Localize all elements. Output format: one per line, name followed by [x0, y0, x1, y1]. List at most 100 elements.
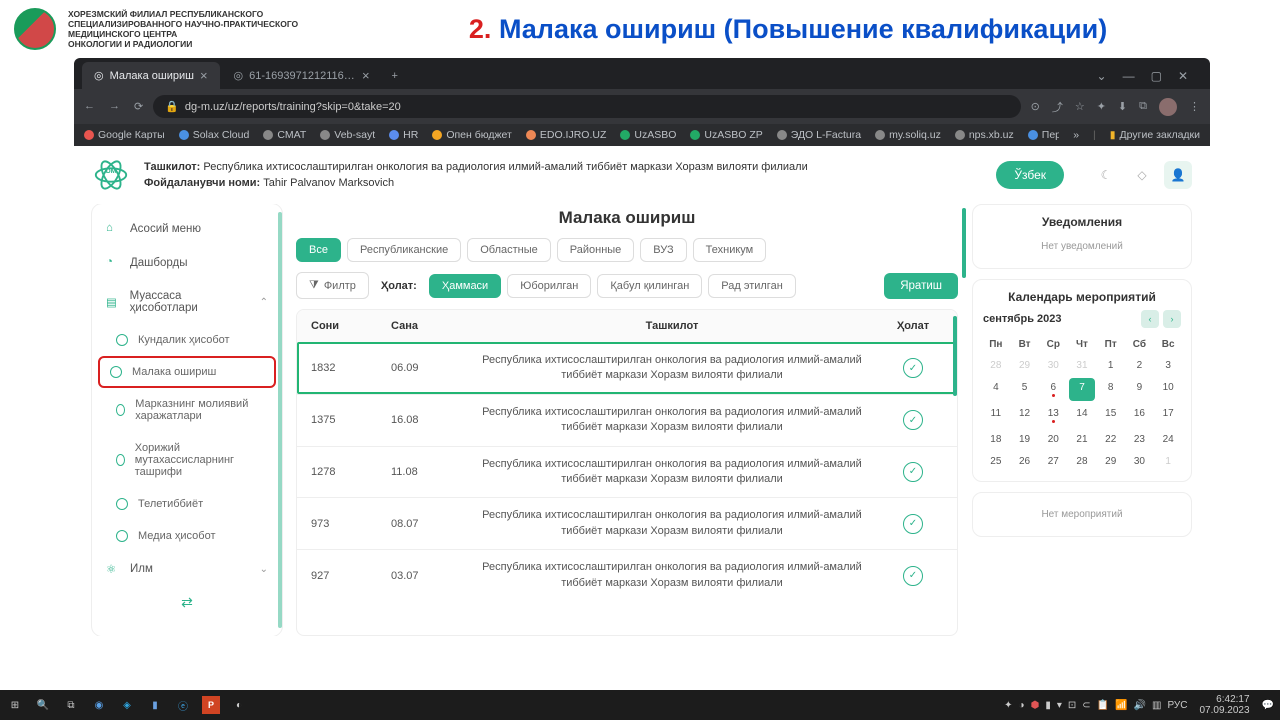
- calendar-day[interactable]: 17: [1155, 404, 1181, 427]
- network-icon[interactable]: 📶: [1115, 700, 1127, 711]
- tray-icon[interactable]: ◑: [1019, 700, 1025, 711]
- window-minimize-icon[interactable]: —: [1123, 69, 1135, 83]
- table-row[interactable]: 973 08.07 Республика ихтисослаштирилган …: [297, 497, 957, 549]
- other-bookmarks[interactable]: ▮ Другие закладки: [1110, 129, 1200, 141]
- calendar-day[interactable]: 23: [1127, 430, 1153, 449]
- theme-icon[interactable]: ☾: [1092, 161, 1120, 189]
- bookmark-item[interactable]: Google Карты: [84, 129, 165, 141]
- table-row[interactable]: 1375 16.08 Республика ихтисослаштирилган…: [297, 394, 957, 446]
- calendar-day[interactable]: 28: [1069, 452, 1095, 471]
- calendar-day[interactable]: 8: [1098, 378, 1124, 401]
- star-icon[interactable]: ☆: [1075, 100, 1085, 113]
- calendar-day[interactable]: 28: [983, 356, 1009, 375]
- sidebar-item[interactable]: ▤Муассаса ҳисоботлари⌃: [92, 280, 282, 324]
- input-lang[interactable]: РУС: [1167, 700, 1187, 711]
- table-row[interactable]: 1278 11.08 Республика ихтисослаштирилган…: [297, 446, 957, 498]
- user-icon[interactable]: 👤: [1164, 161, 1192, 189]
- bookmark-item[interactable]: nps.xb.uz: [955, 129, 1014, 141]
- calendar-day[interactable]: 2: [1127, 356, 1153, 375]
- bookmark-item[interactable]: my.soliq.uz: [875, 129, 941, 141]
- calendar-day[interactable]: 3: [1155, 356, 1181, 375]
- nav-back-icon[interactable]: ←: [84, 100, 95, 113]
- search-icon[interactable]: ⊙: [1031, 100, 1040, 113]
- bookmarks-overflow-icon[interactable]: »: [1073, 129, 1079, 141]
- ie-icon[interactable]: ⓔ: [174, 696, 192, 714]
- sidebar-item[interactable]: ◔Дашборды: [92, 246, 282, 280]
- tab-close-icon[interactable]: ×: [362, 68, 370, 83]
- calendar-day[interactable]: 15: [1098, 404, 1124, 427]
- calendar-day[interactable]: 1: [1098, 356, 1124, 375]
- table-row[interactable]: 1832 06.09 Республика ихтисослаштирилган…: [297, 342, 957, 394]
- tray-icon[interactable]: ⊡: [1068, 700, 1076, 711]
- profile-avatar[interactable]: [1159, 98, 1177, 116]
- download-icon[interactable]: ⬇: [1118, 100, 1127, 113]
- sidebar-item[interactable]: ⚛Илм⌄: [92, 552, 282, 586]
- scope-pill[interactable]: ВУЗ: [640, 238, 686, 262]
- bookmark-item[interactable]: HR: [389, 129, 418, 141]
- calendar-day[interactable]: 13: [1040, 404, 1066, 427]
- status-pill[interactable]: Қабул қилинган: [597, 274, 702, 298]
- calendar-day[interactable]: 19: [1012, 430, 1038, 449]
- sidebar-subitem[interactable]: Телетиббиёт: [92, 488, 282, 520]
- tab-close-icon[interactable]: ×: [200, 68, 208, 83]
- browser-tab[interactable]: ◎Малака ошириш×: [82, 62, 220, 89]
- nav-forward-icon[interactable]: →: [109, 100, 120, 113]
- bookmark-item[interactable]: ЭДО L-Factura: [777, 129, 861, 141]
- app-icon-1[interactable]: ◉: [90, 696, 108, 714]
- calendar-day[interactable]: 25: [983, 452, 1009, 471]
- calendar-day[interactable]: 30: [1127, 452, 1153, 471]
- status-pill[interactable]: Юборилган: [507, 274, 591, 298]
- bookmark-item[interactable]: CMAT: [263, 129, 306, 141]
- calendar-day[interactable]: 1: [1155, 452, 1181, 471]
- bookmark-item[interactable]: Veb-sayt: [320, 129, 375, 141]
- sidebar-subitem[interactable]: Марказнинг молиявий харажатлари: [92, 388, 282, 432]
- notifications-icon[interactable]: ◇: [1128, 161, 1156, 189]
- calendar-day[interactable]: 7: [1069, 378, 1095, 401]
- bookmark-item[interactable]: Опен бюджет: [432, 129, 512, 141]
- language-button[interactable]: Ўзбек: [996, 161, 1064, 189]
- bookmark-item[interactable]: Solax Cloud: [179, 129, 250, 141]
- extensions-icon[interactable]: ✦: [1097, 100, 1106, 113]
- scope-pill[interactable]: Республиканские: [347, 238, 461, 262]
- taskbar-clock[interactable]: 6:42:17 07.09.2023: [1193, 694, 1255, 716]
- chrome-icon[interactable]: ◐: [230, 696, 248, 714]
- sidebar-subitem[interactable]: Кундалик ҳисобот: [92, 324, 282, 356]
- calendar-day[interactable]: 31: [1069, 356, 1095, 375]
- bookmark-item[interactable]: Перевести: [1028, 129, 1059, 141]
- browser-tab[interactable]: ◎61-1693971212116-100.pdf×: [222, 62, 382, 89]
- tray-icon[interactable]: ✦: [1004, 700, 1012, 711]
- scope-pill[interactable]: Техникум: [693, 238, 767, 262]
- new-tab-button[interactable]: +: [384, 66, 406, 86]
- telegram-icon[interactable]: ◈: [118, 696, 136, 714]
- sidebar-item[interactable]: ⌂Асосий меню: [92, 212, 282, 246]
- copy-icon[interactable]: ⧉: [1139, 100, 1147, 113]
- filter-button[interactable]: ⧩ Филтр: [296, 272, 369, 299]
- scope-pill[interactable]: Районные: [557, 238, 635, 262]
- sidebar-collapse-toggle[interactable]: ⇄: [92, 586, 282, 619]
- sidebar-subitem[interactable]: Медиа ҳисобот: [92, 520, 282, 552]
- calendar-day[interactable]: 6: [1040, 378, 1066, 401]
- calendar-day[interactable]: 5: [1012, 378, 1038, 401]
- calendar-day[interactable]: 30: [1040, 356, 1066, 375]
- start-button[interactable]: ⊞: [6, 696, 24, 714]
- volume-icon[interactable]: 🔊: [1134, 700, 1146, 711]
- calendar-day[interactable]: 27: [1040, 452, 1066, 471]
- window-close-icon[interactable]: ✕: [1178, 69, 1188, 83]
- scope-pill[interactable]: Все: [296, 238, 341, 262]
- calendar-day[interactable]: 29: [1098, 452, 1124, 471]
- sidebar-subitem[interactable]: Малака ошириш: [98, 356, 276, 388]
- nav-reload-icon[interactable]: ⟳: [134, 100, 143, 113]
- status-pill[interactable]: Ҳаммаси: [429, 274, 501, 298]
- calendar-day[interactable]: 4: [983, 378, 1009, 401]
- tray-icon[interactable]: 📋: [1097, 700, 1109, 711]
- scope-pill[interactable]: Областные: [467, 238, 551, 262]
- menu-icon[interactable]: ⋮: [1189, 100, 1200, 113]
- calendar-day[interactable]: 16: [1127, 404, 1153, 427]
- tray-icon[interactable]: ▾: [1057, 700, 1062, 711]
- share-icon[interactable]: ⤴: [1052, 99, 1063, 115]
- tray-icon[interactable]: ⊂: [1082, 700, 1090, 711]
- window-caret-down-icon[interactable]: ⌄: [1097, 69, 1107, 83]
- create-button[interactable]: Яратиш: [884, 273, 958, 299]
- calendar-day[interactable]: 29: [1012, 356, 1038, 375]
- calendar-day[interactable]: 14: [1069, 404, 1095, 427]
